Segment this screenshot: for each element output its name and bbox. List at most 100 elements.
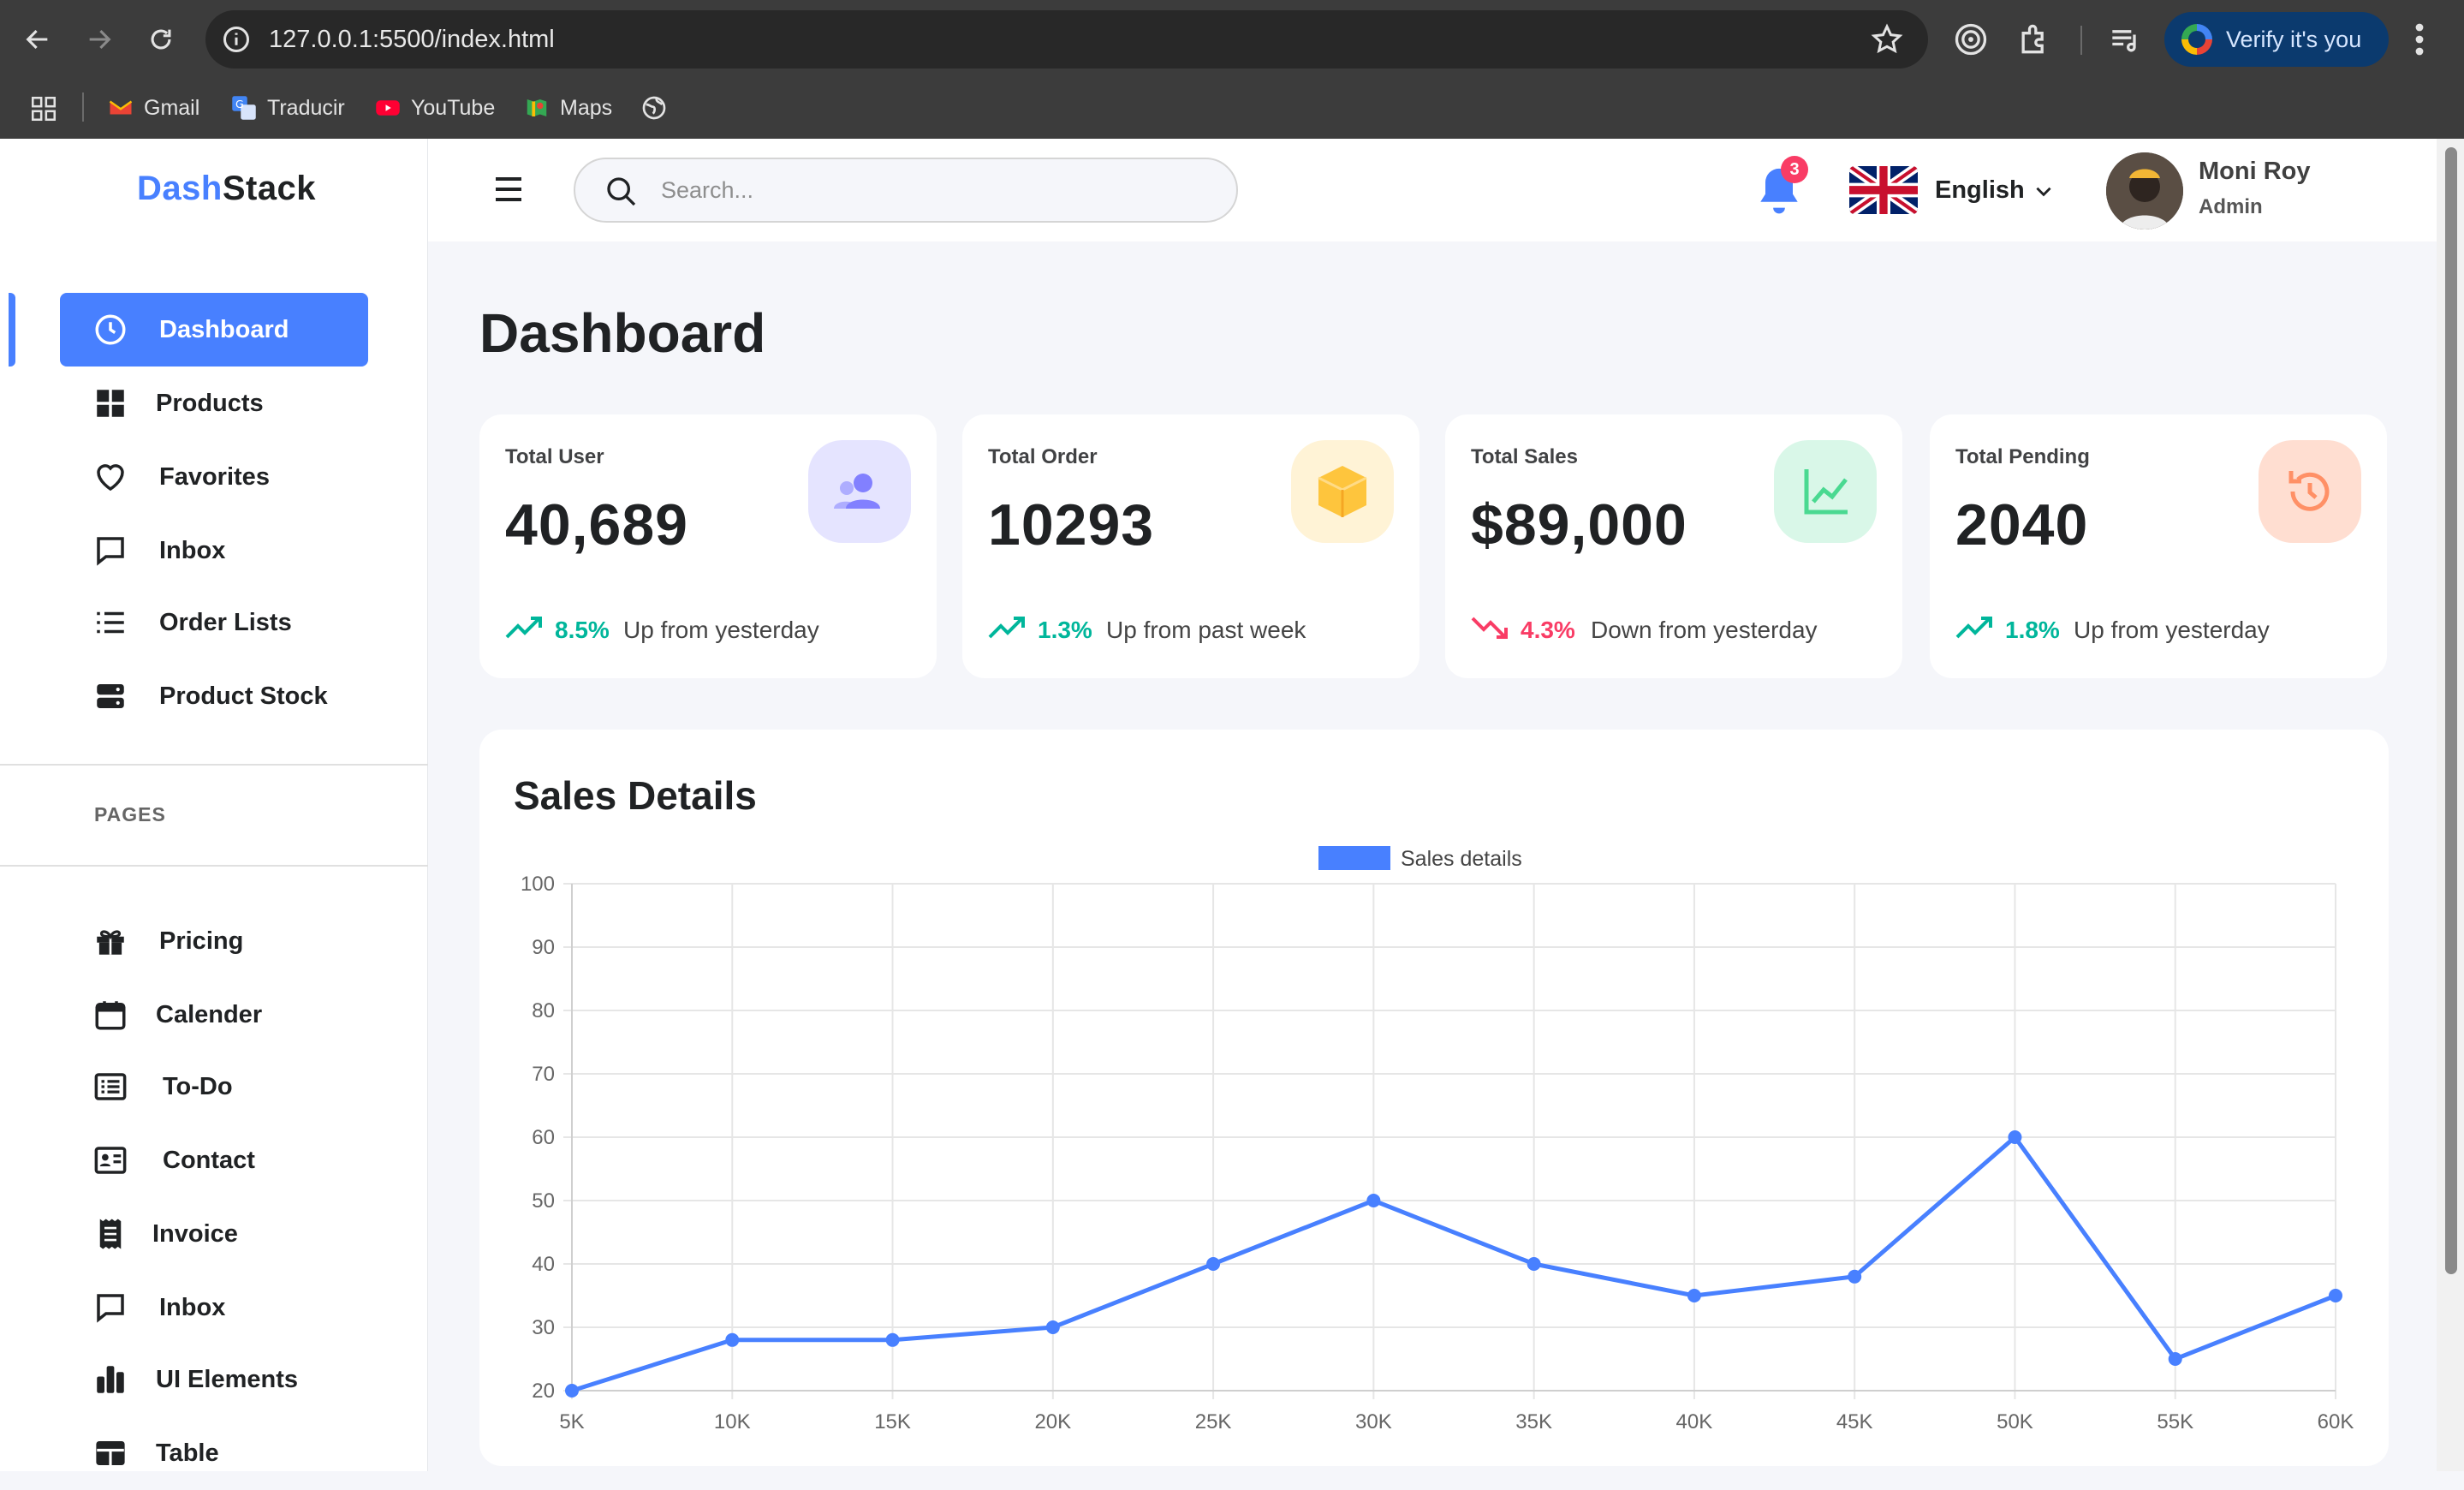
sales-line-chart: 20 30 40 50 60 70 80 90 100 5K 10K 15K 20K 25K 30K 35K 4… [521, 846, 2354, 1433]
legend-label: Sales details [1401, 847, 1522, 871]
back-icon[interactable] [17, 19, 58, 60]
sidebar-item-label: Order Lists [159, 609, 292, 636]
user-role: Admin [2199, 195, 2263, 218]
top-header: Search... 3 English Moni Roy Admin [428, 139, 2437, 241]
sidebar-divider [0, 764, 428, 766]
trend-up-icon [988, 617, 1025, 639]
media-queue-icon[interactable] [2106, 21, 2144, 58]
verify-profile-button[interactable]: Verify it's you [2164, 12, 2389, 67]
card-value: 10293 [988, 492, 1155, 557]
gift-icon [97, 930, 124, 955]
data-point [1045, 1320, 1060, 1334]
data-point [1687, 1289, 1701, 1302]
x-tick-label: 20K [1034, 1410, 1071, 1433]
x-tick-label: 35K [1515, 1410, 1552, 1433]
list-icon [97, 611, 124, 634]
data-point [725, 1332, 740, 1347]
brand-logo[interactable]: DashStack [137, 170, 316, 208]
page-scrollbar[interactable] [2437, 139, 2464, 1471]
gmail-icon [109, 100, 133, 115]
chevron-down-icon[interactable] [2033, 180, 2055, 202]
active-indicator [9, 293, 15, 367]
avatar[interactable] [2106, 152, 2183, 229]
scrollbar-thumb[interactable] [2445, 147, 2457, 1274]
url-text[interactable]: 127.0.0.1:5500/index.html [269, 10, 555, 69]
globe-icon[interactable] [640, 94, 668, 122]
bookmark-gmail[interactable]: Gmail [108, 91, 199, 125]
x-tick-label: 45K [1836, 1410, 1873, 1433]
sidebar-item-ui-elements[interactable]: UI Elements [60, 1343, 368, 1416]
pages-section-label: PAGES [94, 803, 166, 825]
language-selector[interactable]: English [1935, 139, 2025, 241]
y-tick-label: 30 [532, 1316, 555, 1339]
sidebar-item-table[interactable]: Table [60, 1416, 368, 1490]
profile-icon [2181, 24, 2212, 55]
data-point [565, 1384, 579, 1398]
maps-icon [527, 99, 547, 116]
sidebar-item-order-lists[interactable]: Order Lists [60, 586, 368, 659]
site-info-icon[interactable] [221, 24, 252, 55]
apps-grid-icon[interactable] [29, 94, 58, 123]
x-tick-label: 50K [1997, 1410, 2033, 1433]
sidebar-item-invoice[interactable]: Invoice [60, 1197, 368, 1271]
search-icon [607, 177, 636, 206]
sidebar-item-product-stock[interactable]: Product Stock [60, 659, 368, 733]
sidebar-item-label: Dashboard [159, 316, 289, 343]
sidebar-item-contact[interactable]: Contact [60, 1123, 368, 1197]
box-icon [1291, 440, 1394, 543]
sidebar-item-favorites[interactable]: Favorites [60, 440, 368, 514]
card-value: 2040 [1955, 492, 2089, 557]
sidebar: DashStack Dashboard Products Favorites I… [0, 139, 428, 1471]
bookmark-traducir[interactable]: G Traducir [231, 91, 345, 125]
sidebar-item-label: Contact [163, 1147, 255, 1174]
forward-icon[interactable] [79, 19, 120, 60]
notification-badge: 3 [1781, 156, 1808, 183]
translate-icon: G [232, 96, 256, 120]
card-value: $89,000 [1471, 492, 1687, 557]
sidebar-item-dashboard[interactable]: Dashboard [60, 293, 368, 367]
data-point [1206, 1257, 1221, 1271]
y-tick-label: 50 [532, 1189, 555, 1213]
bookmark-star-icon[interactable] [1870, 22, 1904, 57]
stack-icon [97, 684, 124, 708]
data-point [1366, 1194, 1381, 1207]
data-point [2008, 1130, 2022, 1144]
y-tick-label: 40 [532, 1253, 555, 1276]
y-tick-label: 90 [532, 936, 555, 959]
card-change-percent: 8.5% [555, 617, 610, 643]
bookmark-label: Maps [560, 95, 613, 120]
uk-flag-icon[interactable] [1849, 166, 1918, 214]
sidebar-item-todo[interactable]: To-Do [60, 1050, 368, 1123]
trend-up-icon [1955, 617, 1992, 639]
sidebar-item-products[interactable]: Products [60, 367, 368, 440]
sidebar-item-calender[interactable]: Calender [60, 978, 368, 1052]
history-icon [2259, 440, 2361, 543]
menu-toggle-icon[interactable] [493, 175, 524, 204]
bookmark-maps[interactable]: Maps [524, 91, 612, 125]
address-bar[interactable]: 127.0.0.1:5500/index.html [205, 10, 1928, 69]
x-tick-label: 25K [1195, 1410, 1232, 1433]
y-tick-label: 20 [532, 1380, 555, 1403]
card-change-description: Up from past week [1106, 617, 1306, 643]
target-icon[interactable] [1952, 21, 1990, 58]
browser-menu-icon[interactable] [2414, 22, 2425, 57]
data-point [1527, 1257, 1541, 1271]
sidebar-item-inbox[interactable]: Inbox [60, 514, 368, 587]
user-name[interactable]: Moni Roy [2199, 158, 2311, 186]
sidebar-item-label: To-Do [163, 1073, 233, 1100]
search-box[interactable]: Search... [574, 158, 1238, 223]
search-input[interactable]: Search... [661, 159, 753, 221]
reload-icon[interactable] [140, 19, 182, 60]
y-tick-label: 60 [532, 1126, 555, 1149]
browser-toolbar: 127.0.0.1:5500/index.html Verify it's yo… [0, 0, 2464, 79]
sidebar-item-inbox-pages[interactable]: Inbox [60, 1271, 368, 1344]
bookmark-youtube[interactable]: YouTube [375, 91, 495, 125]
extensions-icon[interactable] [2015, 21, 2053, 58]
card-value: 40,689 [505, 492, 688, 557]
sidebar-item-pricing[interactable]: Pricing [60, 904, 368, 978]
sidebar-item-label: Product Stock [159, 682, 328, 710]
bookmark-label: YouTube [411, 95, 496, 120]
x-tick-label: 30K [1355, 1410, 1392, 1433]
sales-details-card: Sales Details 20 30 40 50 60 70 80 90 100 5K 10K 15… [479, 730, 2389, 1466]
card-change-percent: 1.3% [1038, 617, 1092, 643]
